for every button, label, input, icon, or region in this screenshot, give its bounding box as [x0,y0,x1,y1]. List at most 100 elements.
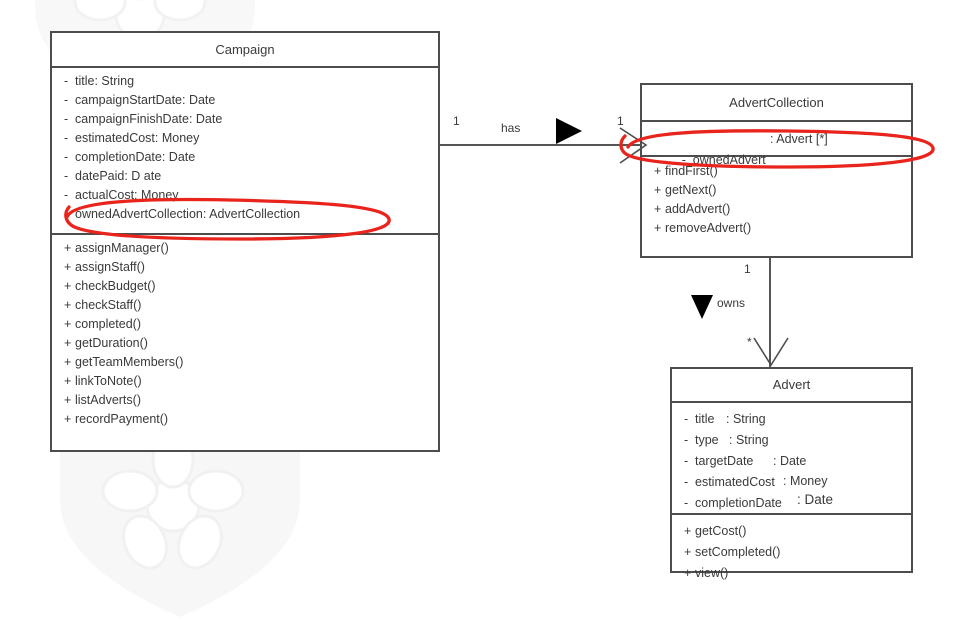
visibility-marker: + [64,241,72,255]
attributes-compartment-campaign: - title: String - campaignStartDate: Date … [52,68,438,233]
operation-row: + addAdvert() [642,200,911,219]
visibility-marker: - [64,150,69,164]
class-box-campaign[interactable]: Campaign - title: String - campaignStartDa… [50,31,440,452]
visibility-marker: + [654,202,662,216]
visibility-marker: + [64,317,72,331]
visibility-marker: - [64,207,69,221]
class-name-advert: Advert [772,377,811,392]
attribute-row: - campaignFinishDate: Date [52,110,438,129]
operation-row: + completed() [52,315,438,334]
visibility-marker: + [64,279,72,293]
navigability-arrow-owns-icon [753,337,789,367]
operation-row: + assignManager() [52,239,438,258]
operation-row: + setCompleted() [672,542,911,563]
operation-text: assignManager() [75,241,169,255]
attribute-name: ownedAdvert [692,153,766,167]
operation-text: completed() [75,317,141,331]
operation-text: checkBudget() [75,279,156,293]
operation-text: getDuration() [75,336,148,350]
operation-text: getTeamMembers() [75,355,184,369]
operation-row: + getTeamMembers() [52,353,438,372]
visibility-marker: - [64,131,69,145]
visibility-marker: + [64,260,72,274]
visibility-marker: - [64,93,69,107]
operation-text: setCompleted() [695,545,781,559]
attribute-text: campaignFinishDate: Date [75,112,223,126]
attributes-compartment-advertcollection: - ownedAdvert: Advert [*] [642,122,911,167]
class-box-advert[interactable]: Advert - title: String - type: String - tar… [670,367,913,580]
operation-text: checkStaff() [75,298,142,312]
attribute-row: - completionDate: Date [52,148,438,167]
operation-row: + checkBudget() [52,277,438,296]
operation-row: + linkToNote() [52,372,438,391]
attribute-text: actualCost: Money [75,188,179,202]
visibility-marker: + [64,412,72,426]
operation-row: + recordPayment() [52,410,438,429]
visibility-marker: + [64,374,72,388]
association-label-owns: owns [717,296,746,310]
attribute-text: estimatedCost: Money [75,131,200,145]
attribute-row: - targetDate : Date [672,451,911,472]
operation-row: + assignStaff() [52,258,438,277]
visibility-marker: + [654,221,662,235]
visibility-marker: - [64,169,69,183]
attribute-name: targetDate [695,454,754,468]
operation-text: recordPayment() [75,412,169,426]
visibility-marker: - [684,454,689,468]
operation-row: + listAdverts() [52,391,438,410]
attribute-name: title [695,412,715,426]
operations-compartment-campaign: + assignManager() + assignStaff() + checkBu… [52,235,438,433]
attribute-row-owned-advert: - ownedAdvert: Advert [*] [642,129,911,192]
uml-class-diagram-canvas: Campaign - title: String - campaignStartDa… [0,0,974,624]
class-name-campaign: Campaign [215,42,275,57]
visibility-marker: + [684,524,692,538]
operation-text: linkToNote() [75,374,142,388]
direction-triangle-owns [691,295,713,319]
attribute-text: datePaid: D ate [75,169,162,183]
attribute-type: : Date [773,454,807,468]
attribute-name: completionDate [695,496,782,510]
attribute-type: : String [729,433,769,447]
attribute-row: - actualCost: Money [52,186,438,205]
attribute-row: - campaignStartDate: Date [52,91,438,110]
attribute-row: - title: String [52,72,438,91]
operation-text: getCost() [695,524,747,538]
operation-row: + getCost() [672,521,911,542]
operations-compartment-advert: + getCost() + setCompleted() + view() [672,515,911,588]
attribute-row: - type: String [672,430,911,451]
operation-row: + getDuration() [52,334,438,353]
attribute-text: title: String [75,74,135,88]
attribute-name: estimatedCost [695,475,775,489]
attribute-text: completionDate: Date [75,150,196,164]
class-name-advertcollection: AdvertCollection [729,95,824,110]
operation-row: + checkStaff() [52,296,438,315]
attribute-name: type [695,433,719,447]
attribute-row: - datePaid: D ate [52,167,438,186]
operation-text: view() [695,566,729,580]
visibility-marker: + [64,355,72,369]
association-line-has [440,144,645,146]
operation-text: assignStaff() [75,260,145,274]
visibility-marker: + [684,566,692,580]
attribute-type: : Advert [*] [770,132,828,146]
association-label-has: has [501,121,521,135]
visibility-marker: + [64,393,72,407]
attribute-row: - completionDate: Date [672,492,911,514]
multiplicity-campaign-has-source: 1 [453,114,460,128]
visibility-marker: - [64,74,69,88]
attributes-compartment-advert: - title: String - type: String - targetDate… [672,403,911,513]
attribute-row: - estimatedCost: Money [672,472,911,493]
navigability-arrow-has-icon [619,127,648,164]
attribute-row: - title: String [672,409,911,430]
direction-triangle-has [556,118,582,144]
visibility-marker: - [684,475,689,489]
class-box-advertcollection[interactable]: AdvertCollection - ownedAdvert: Advert [*… [640,83,913,258]
attribute-type: : Date [797,492,834,507]
operation-text: listAdverts() [75,393,141,407]
visibility-marker: - [64,112,69,126]
operation-row: + removeAdvert() [642,219,911,238]
multiplicity-owns-target: * [747,335,752,349]
operation-text: removeAdvert() [665,221,752,235]
attribute-text: ownedAdvertCollection: AdvertCollection [75,207,301,221]
multiplicity-owns-source: 1 [744,262,751,276]
